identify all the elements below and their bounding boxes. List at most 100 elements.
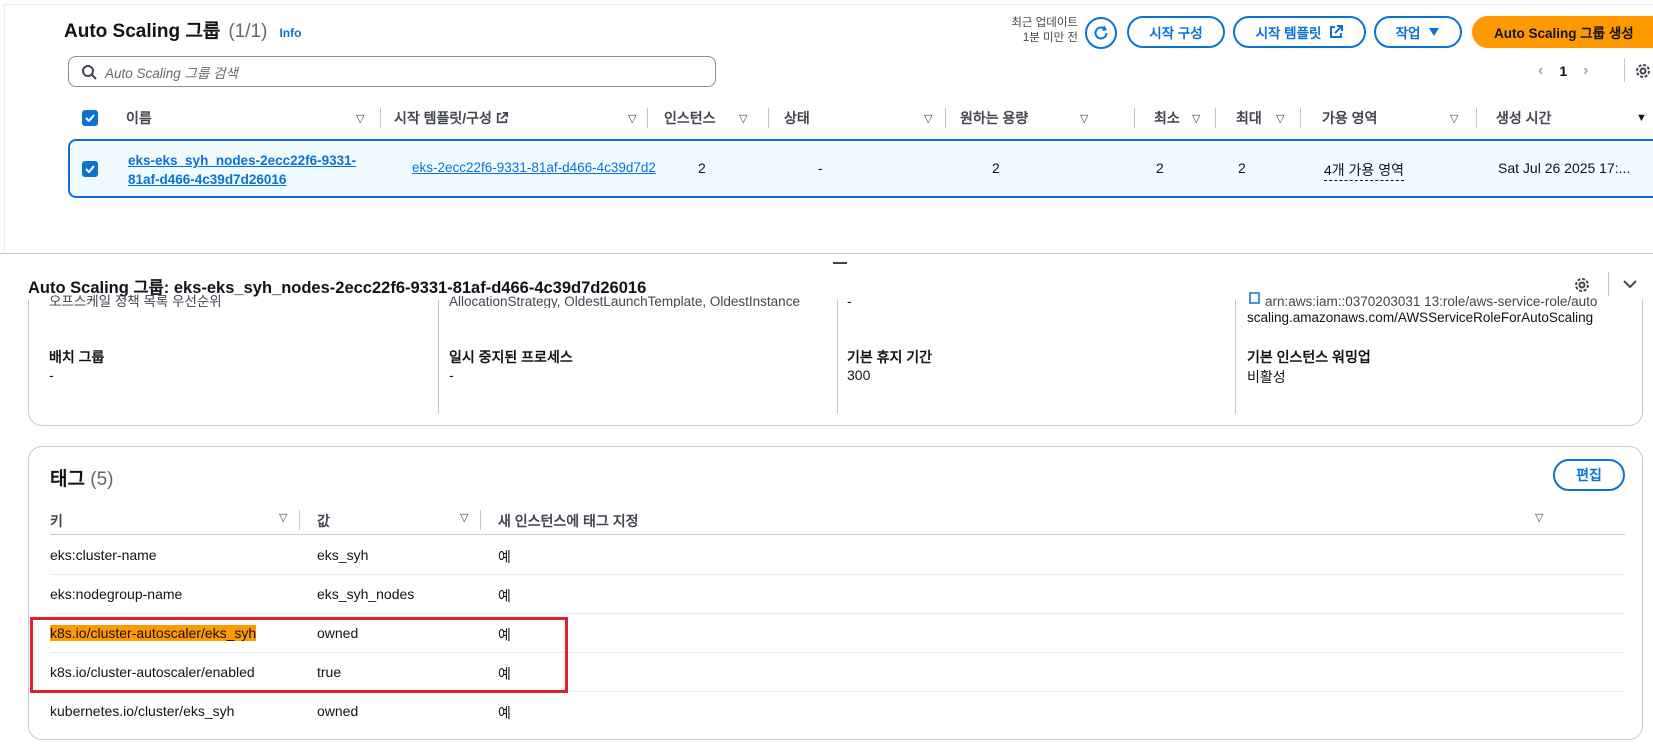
tag-propagate: 예 xyxy=(498,705,511,721)
create-asg-button[interactable]: Auto Scaling 그룹 생성 xyxy=(1472,16,1653,48)
suspended-processes-value: - xyxy=(449,367,454,383)
tag-propagate: 예 xyxy=(498,549,511,565)
col-max[interactable]: 최대 ▽ xyxy=(1236,103,1296,133)
checkbox-checked-icon xyxy=(85,165,95,173)
checkbox-checked-icon xyxy=(82,110,98,126)
launch-template-link[interactable]: eks-2ecc22f6-9331-81af-d466-4c39d7d2 xyxy=(412,160,660,175)
asg-name-line1: eks-eks_syh_nodes-2ecc22f6-9331- xyxy=(128,153,357,168)
col-min-label: 최소 xyxy=(1154,110,1180,126)
clipped-field-3: - xyxy=(847,294,852,308)
edit-tags-button[interactable]: 편집 xyxy=(1553,459,1625,491)
created-value: Sat Jul 26 2025 17:... xyxy=(1498,160,1631,176)
last-update-value: 1분 미만 전 xyxy=(1022,32,1078,44)
external-link-icon xyxy=(496,112,508,124)
refresh-icon xyxy=(1094,26,1108,40)
col-divider xyxy=(380,108,381,128)
col-instances-label: 인스턴스 xyxy=(664,110,716,126)
launch-config-button[interactable]: 시작 구성 xyxy=(1127,16,1225,48)
sort-icon: ▽ xyxy=(460,512,469,524)
tag-key: kubernetes.io/cluster/eks_syh xyxy=(50,703,235,719)
refresh-button[interactable] xyxy=(1085,17,1117,49)
col-name[interactable]: 이름 ▽ xyxy=(126,103,376,133)
edit-tags-label: 편집 xyxy=(1576,467,1602,483)
sort-icon: ▽ xyxy=(1080,112,1089,125)
azs-value[interactable]: 4개 가용 영역 xyxy=(1324,160,1404,181)
actions-label: 작업 xyxy=(1395,26,1421,41)
col-divider xyxy=(480,510,481,530)
pagination: ‹ 1 › xyxy=(1538,62,1588,80)
col-launch-template[interactable]: 시작 템플릿/구성 ▽ xyxy=(394,103,644,133)
table-row: eks:cluster-name eks_syh 예 xyxy=(50,536,1625,575)
last-update-label: 최근 업데이트 xyxy=(1011,17,1078,29)
pager-divider xyxy=(1624,58,1625,82)
col-min[interactable]: 최소 ▽ xyxy=(1154,103,1214,133)
col-created[interactable]: 생성 시간 ▼ xyxy=(1496,103,1653,133)
tag-key: eks:cluster-name xyxy=(50,547,157,563)
caret-down-icon xyxy=(1429,28,1440,36)
sort-icon: ▽ xyxy=(279,512,288,524)
tags-title: 태그 (5) xyxy=(50,464,113,491)
search-placeholder: Auto Scaling 그룹 검색 xyxy=(105,65,238,81)
select-all-checkbox[interactable] xyxy=(82,103,98,133)
actions-button[interactable]: 작업 xyxy=(1374,16,1462,48)
col-value[interactable]: 값 xyxy=(317,511,330,531)
table-row[interactable]: eks-eks_syh_nodes-2ecc22f6-9331- 81af-d4… xyxy=(68,139,1653,198)
col-divider xyxy=(945,108,946,128)
col-divider xyxy=(768,108,769,128)
clipped-field-2: AllocationStrategy, OldestLaunchTemplate… xyxy=(449,294,800,308)
tags-count: (5) xyxy=(90,469,114,490)
col-azs-label: 가용 영역 xyxy=(1322,110,1378,126)
col-key[interactable]: 키 xyxy=(50,511,63,531)
detail-card: 오프스케일 정책 목록 우선순위 AllocationStrategy, Old… xyxy=(28,292,1643,426)
info-link[interactable]: Info xyxy=(279,26,301,40)
launch-config-label: 시작 구성 xyxy=(1149,26,1203,41)
col-divider xyxy=(647,108,648,128)
next-page-icon[interactable]: › xyxy=(1583,62,1588,80)
split-divider xyxy=(0,253,1653,254)
col-max-label: 최대 xyxy=(1236,110,1262,126)
sort-icon: ▽ xyxy=(739,112,748,125)
prev-page-icon[interactable]: ‹ xyxy=(1538,62,1543,80)
sort-icon: ▽ xyxy=(1276,112,1285,125)
default-cooldown-label: 기본 휴지 기간 xyxy=(847,349,933,365)
service-role-arn-line2: scaling.amazonaws.com/AWSServiceRoleForA… xyxy=(1247,310,1594,325)
page-title-row: Auto Scaling 그룹 (1/1) Info xyxy=(64,16,301,43)
sort-desc-icon: ▼ xyxy=(1636,112,1647,124)
launch-template-button[interactable]: 시작 템플릿 xyxy=(1233,16,1366,48)
tags-table-header: 키 ▽ 값 ▽ 새 인스턴스에 태그 지정 ▽ xyxy=(50,505,1625,535)
sort-icon: ▽ xyxy=(924,112,933,125)
col-divider xyxy=(299,510,300,530)
copy-icon[interactable] xyxy=(1247,292,1261,309)
col-desired[interactable]: 원하는 용량 ▽ xyxy=(960,103,1110,133)
sort-icon: ▽ xyxy=(628,112,637,125)
col-name-label: 이름 xyxy=(126,110,152,126)
annotation-highlight-box xyxy=(30,617,568,693)
col-azs[interactable]: 가용 영역 ▽ xyxy=(1322,103,1482,133)
last-update: 최근 업데이트 1분 미만 전 xyxy=(960,16,1078,46)
launch-template-label: 시작 템플릿 xyxy=(1255,26,1322,41)
search-input[interactable]: Auto Scaling 그룹 검색 xyxy=(68,56,716,87)
page-title: Auto Scaling 그룹 xyxy=(64,21,221,42)
col-status[interactable]: 상태 ▽ xyxy=(784,103,944,133)
placement-group-label: 배치 그룹 xyxy=(49,349,105,365)
settings-gear-icon[interactable] xyxy=(1634,62,1652,80)
default-cooldown-value: 300 xyxy=(847,367,871,383)
asg-name-link[interactable]: eks-eks_syh_nodes-2ecc22f6-9331- 81af-d4… xyxy=(128,151,356,189)
col-propagate[interactable]: 새 인스턴스에 태그 지정 xyxy=(498,511,638,531)
service-role-arn-line1: arn:aws:iam::0370203031 13:role/aws-serv… xyxy=(1265,294,1598,308)
col-divider xyxy=(1476,108,1477,128)
max-value: 2 xyxy=(1238,160,1246,176)
desired-value: 2 xyxy=(992,160,1000,176)
split-drag-handle[interactable] xyxy=(833,262,847,264)
tag-value: owned xyxy=(317,703,359,719)
col-divider xyxy=(438,300,439,414)
col-divider xyxy=(1300,108,1301,128)
suspended-processes-label: 일시 중지된 프로세스 xyxy=(449,349,573,365)
row-checkbox[interactable] xyxy=(82,161,98,177)
status-value: - xyxy=(818,160,823,176)
col-instances[interactable]: 인스턴스 ▽ xyxy=(664,103,764,133)
instance-warmup-value: 비활성 xyxy=(1247,369,1286,385)
chevron-down-icon[interactable] xyxy=(1622,276,1638,292)
col-created-label: 생성 시간 xyxy=(1496,110,1552,126)
current-page[interactable]: 1 xyxy=(1559,63,1567,79)
